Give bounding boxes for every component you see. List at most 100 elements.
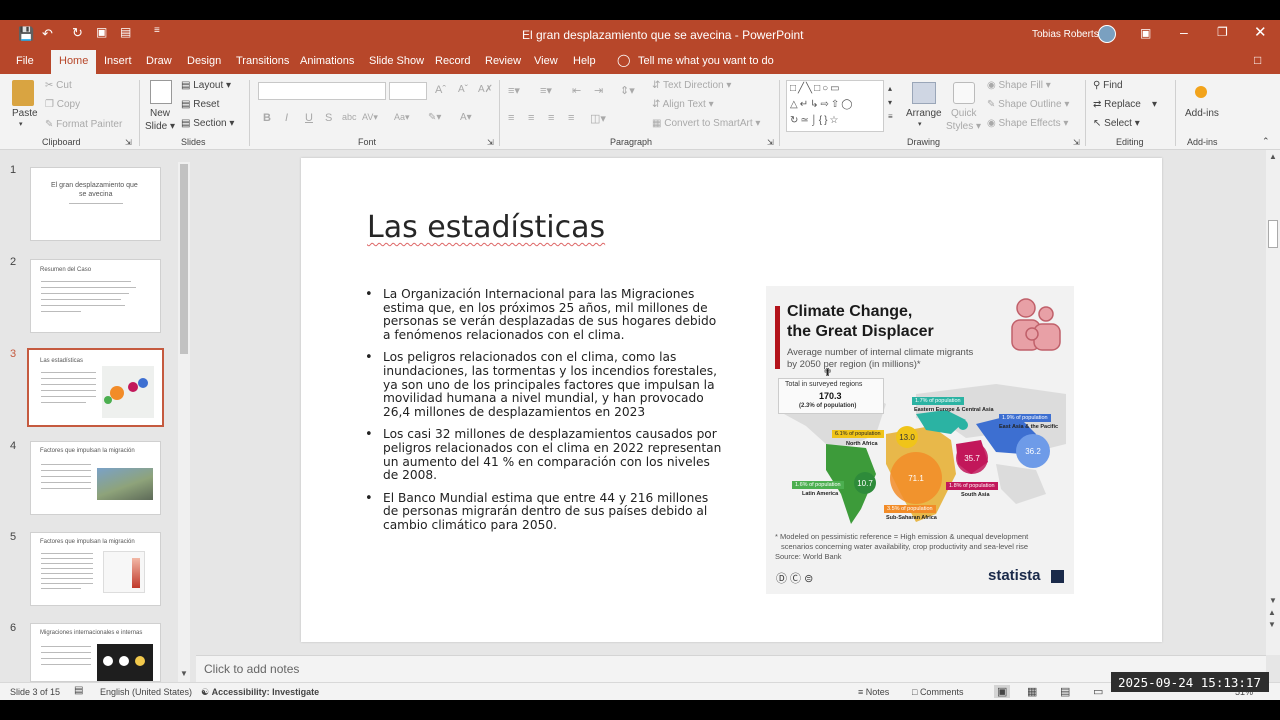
layout-button[interactable]: ▤ Layout ▾ bbox=[181, 80, 231, 91]
text-direction-button[interactable]: ⇵ Text Direction ▾ bbox=[652, 80, 731, 91]
normal-view-icon[interactable]: ▣ bbox=[994, 685, 1011, 698]
shape-effects-button[interactable]: ◉ Shape Effects ▾ bbox=[987, 118, 1068, 129]
next-slide-icon[interactable]: ▼ bbox=[1268, 620, 1276, 629]
replace-button[interactable]: ⇄ Replace ▾ bbox=[1093, 99, 1157, 110]
tab-insert[interactable]: Insert bbox=[104, 55, 132, 67]
add-ins-button[interactable]: Add-ins bbox=[1185, 108, 1219, 119]
tell-me-search[interactable]: Tell me what you want to do bbox=[638, 55, 774, 67]
previous-slide-icon[interactable]: ▲ bbox=[1268, 608, 1276, 617]
strikethrough-icon[interactable]: abc bbox=[342, 112, 357, 122]
paste-button[interactable]: Paste bbox=[12, 108, 38, 119]
bold-button[interactable]: B bbox=[263, 112, 271, 124]
notes-pane[interactable]: Click to add notes bbox=[196, 655, 1266, 682]
reset-button[interactable]: ▤ Reset bbox=[181, 99, 219, 110]
spelling-icon[interactable]: ▤ bbox=[74, 685, 83, 696]
align-left-icon[interactable]: ≡ bbox=[508, 112, 514, 124]
smartart-button[interactable]: ▦ Convert to SmartArt ▾ bbox=[652, 118, 760, 129]
quick-styles-button[interactable]: Quick bbox=[951, 108, 977, 119]
slide-sorter-icon[interactable]: ▦ bbox=[1027, 685, 1037, 698]
align-right-icon[interactable]: ≡ bbox=[548, 112, 554, 124]
slide-thumbnail-2[interactable]: Resumen del Caso bbox=[30, 259, 161, 333]
reading-view-icon[interactable]: ▤ bbox=[1060, 685, 1070, 698]
slide-bullet-list[interactable]: La Organización Internacional para las M… bbox=[365, 287, 726, 542]
line-spacing-icon[interactable]: ⇕▾ bbox=[620, 84, 635, 97]
scroll-up-icon[interactable]: ▲ bbox=[1269, 152, 1277, 161]
copy-button[interactable]: ❐ Copy bbox=[45, 99, 80, 110]
align-center-icon[interactable]: ≡ bbox=[528, 112, 534, 124]
shape-fill-button[interactable]: ◉ Shape Fill ▾ bbox=[987, 80, 1051, 91]
slide-title[interactable]: Las estadísticas bbox=[367, 210, 605, 245]
tab-slide-show[interactable]: Slide Show bbox=[369, 55, 424, 67]
notes-button[interactable]: ≡ Notes bbox=[858, 687, 889, 697]
restore-icon[interactable]: ❐ bbox=[1217, 25, 1228, 39]
paste-dropdown-icon[interactable]: ▾ bbox=[19, 120, 23, 128]
slide-scrollbar[interactable]: ▲ ▼ ▲ ▼ bbox=[1266, 150, 1280, 655]
slide-thumbnail-3[interactable]: Las estadísticas bbox=[27, 348, 164, 427]
scroll-down-icon[interactable]: ▼ bbox=[180, 669, 188, 678]
customize-toolbar-icon[interactable]: ≡ bbox=[154, 25, 160, 36]
tab-help[interactable]: Help bbox=[573, 55, 596, 67]
arrange-dropdown-icon[interactable]: ▾ bbox=[918, 120, 922, 128]
decrease-indent-icon[interactable]: ⇤ bbox=[572, 84, 581, 97]
find-button[interactable]: ⚲ Find bbox=[1093, 80, 1123, 91]
tab-transitions[interactable]: Transitions bbox=[236, 55, 289, 67]
shape-outline-button[interactable]: ✎ Shape Outline ▾ bbox=[987, 99, 1069, 110]
cut-button[interactable]: ✂ Cut bbox=[45, 80, 72, 91]
quick-styles-label[interactable]: Styles ▾ bbox=[946, 121, 981, 132]
tab-design[interactable]: Design bbox=[187, 55, 221, 67]
new-slide-label[interactable]: Slide ▾ bbox=[145, 121, 175, 132]
share-icon[interactable]: □ bbox=[1254, 53, 1261, 67]
scroll-down-icon[interactable]: ▼ bbox=[1269, 596, 1277, 605]
justify-icon[interactable]: ≡ bbox=[568, 112, 574, 124]
thumbnails-scrollbar[interactable] bbox=[178, 162, 190, 682]
save-icon[interactable]: 💾 bbox=[18, 26, 34, 42]
increase-font-icon[interactable]: Aˆ bbox=[435, 84, 446, 96]
avatar[interactable] bbox=[1098, 25, 1116, 43]
ribbon-display-options-icon[interactable]: ▣ bbox=[1140, 26, 1151, 40]
font-color-icon[interactable]: A▾ bbox=[460, 112, 472, 123]
slide-thumbnail-6[interactable]: Migraciones internacionales e internas bbox=[30, 623, 161, 682]
thumbnails-scroll-thumb[interactable] bbox=[180, 164, 188, 354]
climate-infographic-image[interactable]: Climate Change, the Great Displacer Aver… bbox=[766, 286, 1074, 594]
clear-formatting-icon[interactable]: A✗ bbox=[478, 84, 493, 95]
tab-animations[interactable]: Animations bbox=[300, 55, 354, 67]
clipboard-launcher-icon[interactable]: ⇲ bbox=[125, 138, 132, 147]
present-icon[interactable]: ▣ bbox=[96, 25, 107, 39]
format-painter-button[interactable]: ✎ Format Painter bbox=[45, 119, 122, 130]
tab-file[interactable]: File bbox=[16, 55, 34, 67]
increase-indent-icon[interactable]: ⇥ bbox=[594, 84, 603, 97]
tab-review[interactable]: Review bbox=[485, 55, 521, 67]
tab-draw[interactable]: Draw bbox=[146, 55, 172, 67]
close-icon[interactable]: ✕ bbox=[1254, 23, 1267, 41]
slide-scroll-thumb[interactable] bbox=[1268, 220, 1278, 248]
slide-thumbnail-1[interactable]: El gran desplazamiento que se avecina bbox=[30, 167, 161, 241]
tab-record[interactable]: Record bbox=[435, 55, 470, 67]
bullets-icon[interactable]: ≡▾ bbox=[508, 84, 520, 97]
section-button[interactable]: ▤ Section ▾ bbox=[181, 118, 234, 129]
align-text-button[interactable]: ⇵ Align Text ▾ bbox=[652, 99, 714, 110]
highlight-icon[interactable]: ✎▾ bbox=[428, 112, 441, 123]
arrange-button[interactable]: Arrange bbox=[906, 108, 942, 119]
font-size-field[interactable] bbox=[389, 82, 427, 100]
slide-thumbnail-5[interactable]: Factores que impulsan la migración bbox=[30, 532, 161, 606]
paragraph-launcher-icon[interactable]: ⇲ bbox=[767, 138, 774, 147]
collapse-ribbon-icon[interactable]: ⌃ bbox=[1262, 136, 1270, 147]
font-name-field[interactable] bbox=[258, 82, 386, 100]
shapes-gallery[interactable]: □╱╲□○▭ △↵↳⇨⇧◯ ↻≃⌡{}☆ bbox=[786, 80, 884, 132]
new-slide-button[interactable]: New bbox=[150, 108, 170, 119]
decrease-font-icon[interactable]: Aˇ bbox=[458, 84, 468, 95]
minimize-icon[interactable]: – bbox=[1180, 24, 1188, 40]
user-name[interactable]: Tobias Roberts bbox=[1032, 29, 1099, 40]
select-button[interactable]: ↖ Select ▾ bbox=[1093, 118, 1140, 129]
shadow-button[interactable]: S bbox=[325, 112, 332, 124]
current-slide[interactable]: Las estadísticas La Organización Interna… bbox=[301, 158, 1162, 642]
accessibility-button[interactable]: ☯ Accessibility: Investigate bbox=[201, 687, 319, 698]
numbering-icon[interactable]: ≡▾ bbox=[540, 84, 552, 97]
undo-icon[interactable]: ↶ bbox=[42, 26, 53, 42]
underline-button[interactable]: U bbox=[305, 112, 313, 124]
notes-placeholder[interactable]: Click to add notes bbox=[204, 662, 299, 676]
italic-button[interactable]: I bbox=[285, 112, 288, 124]
character-spacing-icon[interactable]: AV▾ bbox=[362, 112, 378, 123]
font-launcher-icon[interactable]: ⇲ bbox=[487, 138, 494, 147]
language-indicator[interactable]: English (United States) bbox=[100, 687, 192, 697]
